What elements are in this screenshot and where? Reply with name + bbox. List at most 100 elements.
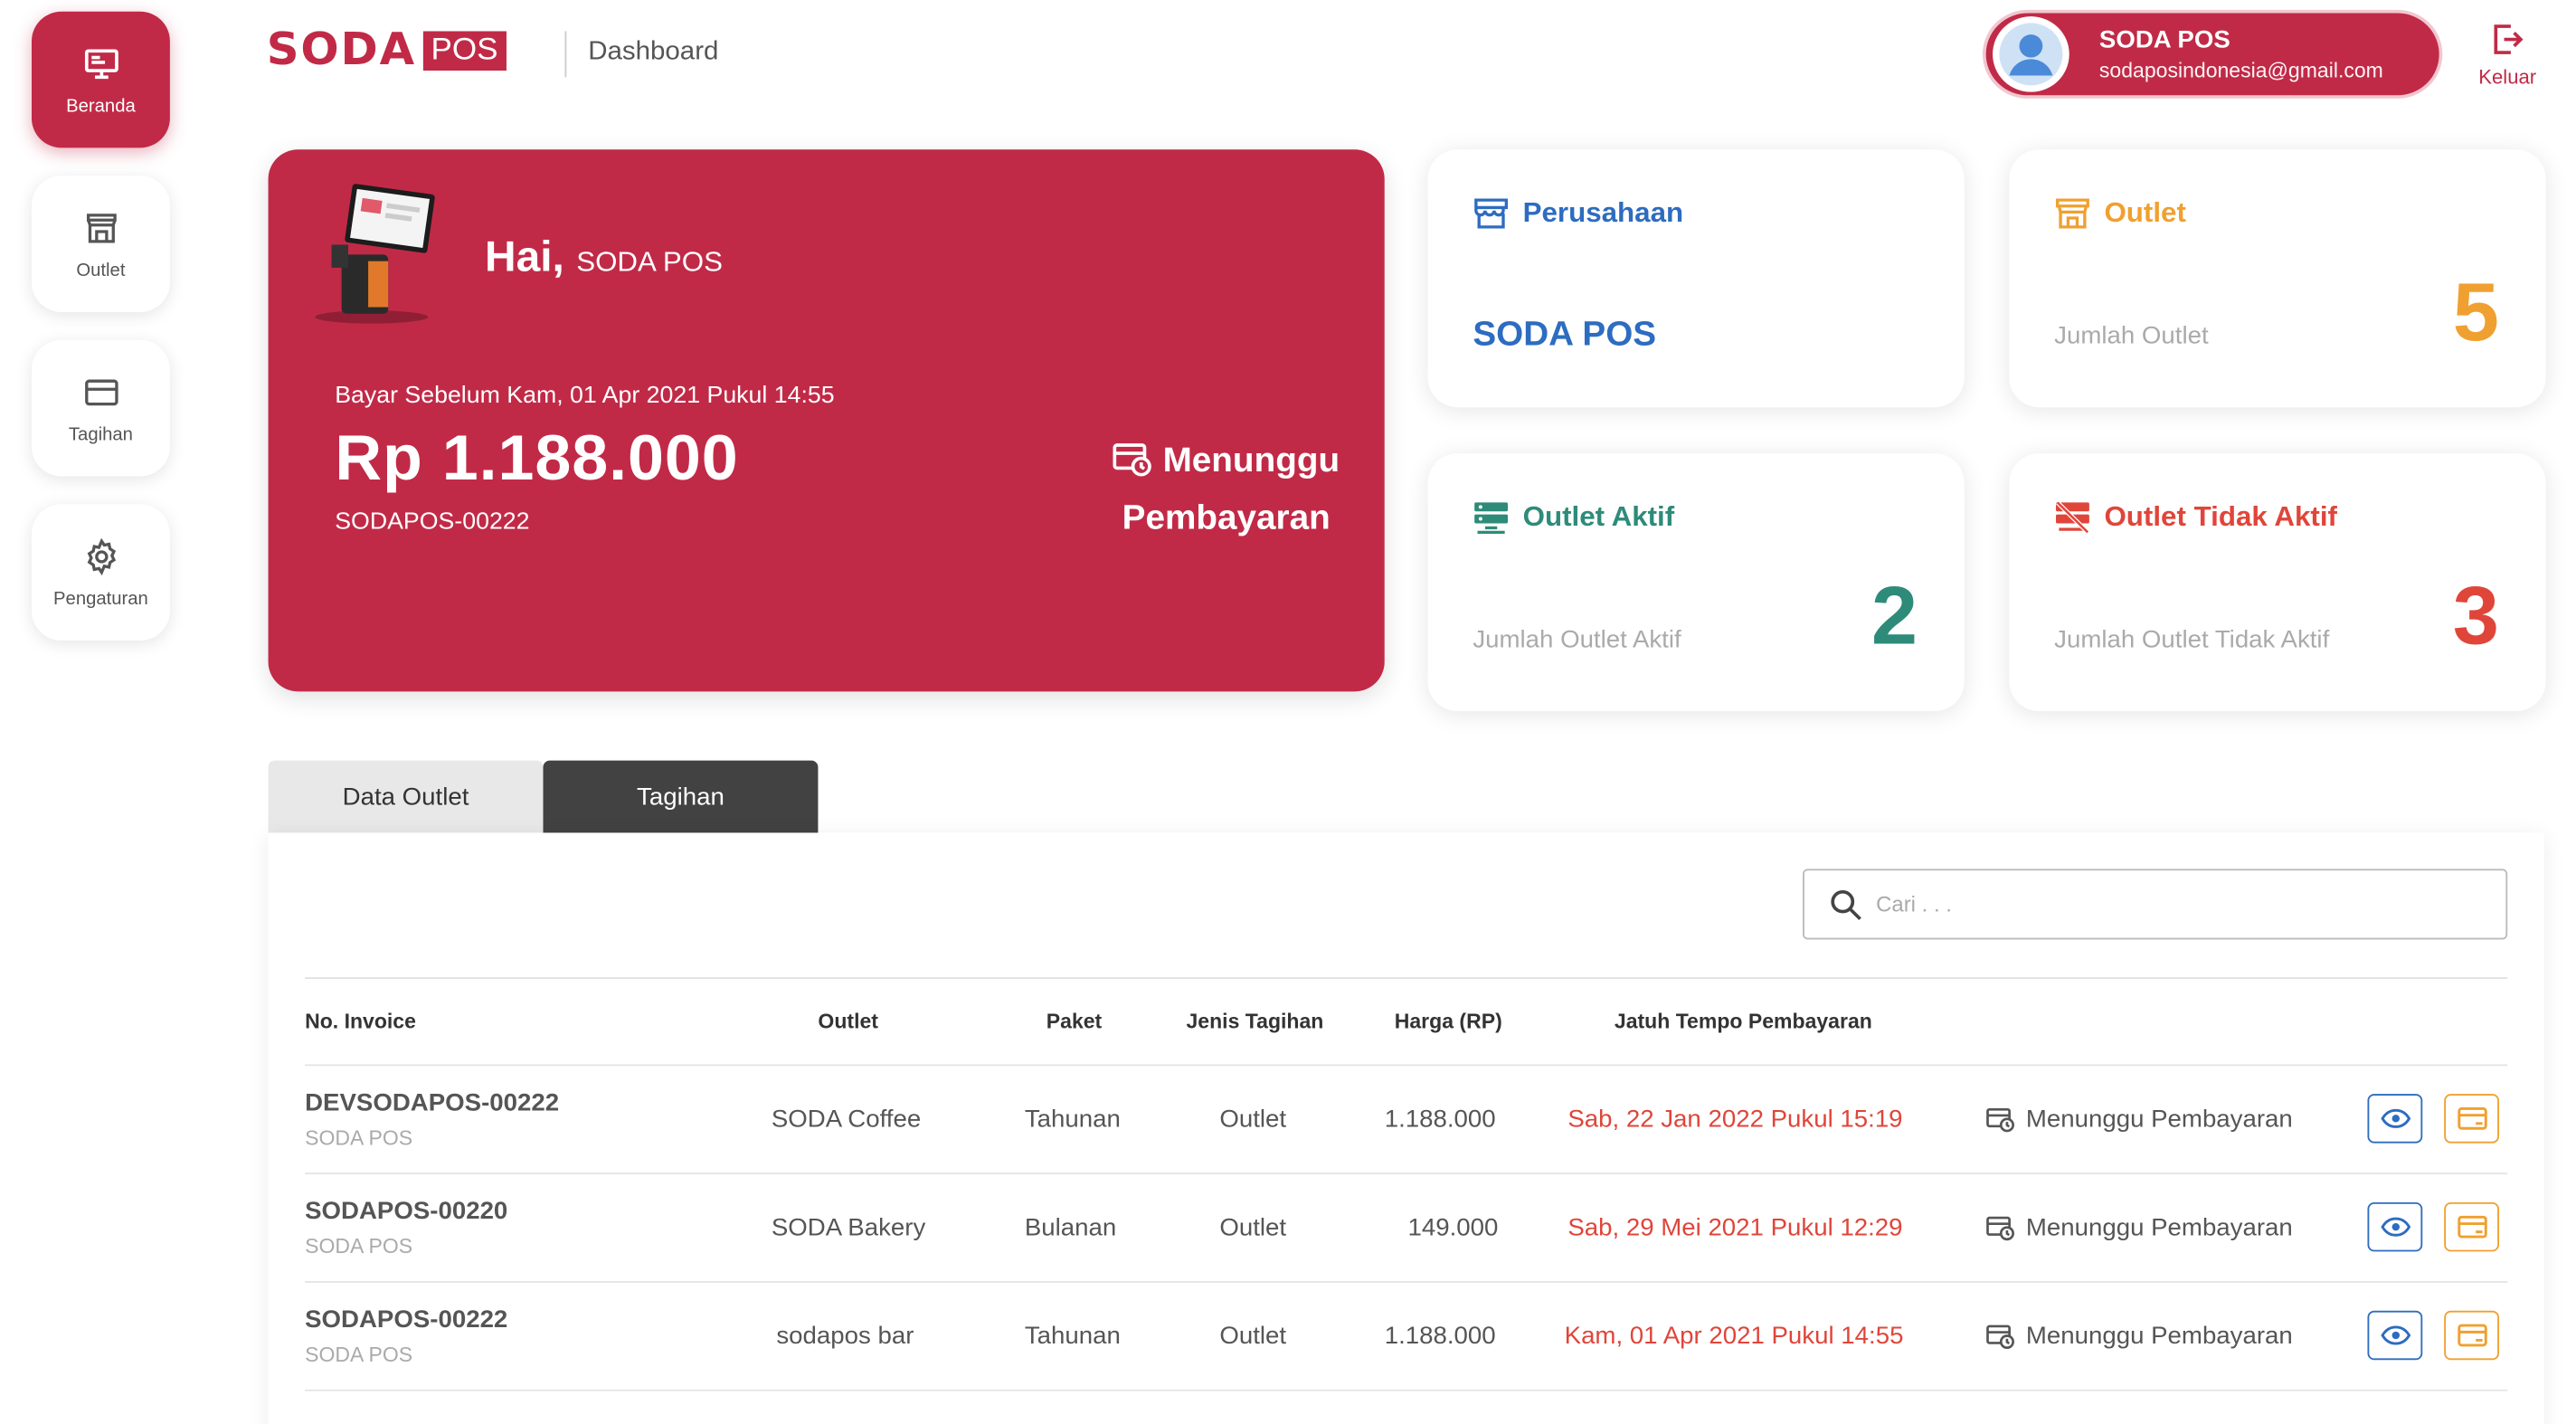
sidebar-item-label: Pengaturan xyxy=(53,588,148,609)
pos-terminal-image xyxy=(315,184,435,324)
row-divider xyxy=(305,1281,2508,1283)
column-header-jenis: Jenis Tagihan xyxy=(1186,1010,1324,1033)
sidebar-item-tagihan[interactable]: Tagihan xyxy=(31,339,170,477)
sidebar-item-label: Tagihan xyxy=(68,424,133,445)
payment-status-label: Menunggu Pembayaran xyxy=(2025,1213,2293,1242)
payment-status: Menunggu Pembayaran xyxy=(1986,1322,2293,1350)
user-avatar-icon xyxy=(1999,23,2063,86)
status-line-2: Pembayaran xyxy=(1122,498,1331,537)
billing-table-panel: No. Invoice Outlet Paket Jenis Tagihan H… xyxy=(268,832,2544,1424)
outlet-count: 5 xyxy=(2452,266,2499,358)
column-header-invoice: No. Invoice xyxy=(305,1010,416,1033)
store-icon xyxy=(2056,198,2089,229)
sidebar-item-pengaturan[interactable]: Pengaturan xyxy=(31,504,170,641)
outlet-count-card: Outlet Jumlah Outlet 5 xyxy=(2009,149,2546,408)
table-header-divider xyxy=(305,1064,2508,1067)
sidebar-item-beranda[interactable]: Beranda xyxy=(31,11,170,148)
company-card: Perusahaan SODA POS xyxy=(1427,149,1965,408)
inactive-outlet-count: 3 xyxy=(2452,569,2499,662)
outlet-name: SODA Coffee xyxy=(771,1105,922,1134)
avatar xyxy=(1993,16,2069,92)
invoice-company: SODA POS xyxy=(305,1126,413,1150)
table-top-divider xyxy=(305,977,2508,980)
invoice-number: SODAPOS-00222 xyxy=(305,1305,508,1334)
status-line-1: Menunggu xyxy=(1162,441,1340,480)
billing-amount: Rp 1.188.000 xyxy=(335,423,739,495)
active-outlet-count: 2 xyxy=(1870,569,1918,662)
payment-status: Menunggu Pembayaran xyxy=(1986,1214,2293,1242)
column-header-outlet: Outlet xyxy=(818,1010,878,1033)
due-date: Sab, 22 Jan 2022 Pukul 15:19 xyxy=(1567,1105,1903,1134)
credit-card-icon xyxy=(84,378,118,405)
search-box[interactable] xyxy=(1803,869,2508,940)
pay-invoice-button[interactable] xyxy=(2444,1310,2499,1361)
tab-data-outlet[interactable]: Data Outlet xyxy=(268,760,544,833)
payment-card-icon xyxy=(2457,1106,2486,1129)
sidebar-item-label: Beranda xyxy=(66,96,136,116)
server-off-icon xyxy=(2055,500,2089,535)
greeting: Hai, xyxy=(485,231,564,281)
jenis-tagihan: Outlet xyxy=(1219,1213,1287,1242)
monitor-icon xyxy=(84,48,118,79)
logo[interactable]: SODA POS xyxy=(267,28,507,72)
harga: 1.188.000 xyxy=(1384,1105,1496,1134)
row-divider xyxy=(305,1172,2508,1175)
billing-invoice-number: SODAPOS-00222 xyxy=(335,508,530,536)
user-email: sodaposindonesia@gmail.com xyxy=(2098,59,2383,82)
paket: Tahunan xyxy=(1024,1105,1121,1134)
harga: 149.000 xyxy=(1407,1213,1499,1242)
search-icon xyxy=(1831,889,1861,920)
greeting-name: SODA POS xyxy=(576,246,724,278)
active-outlet-card-title: Outlet Aktif xyxy=(1522,500,1675,533)
payment-status: Menunggu Pembayaran xyxy=(1986,1106,2293,1134)
harga: 1.188.000 xyxy=(1384,1322,1496,1351)
billing-summary-card: Hai, SODA POS Bayar Sebelum Kam, 01 Apr … xyxy=(268,149,1385,692)
sidebar-item-outlet[interactable]: Outlet xyxy=(31,176,170,312)
page-title: Dashboard xyxy=(588,37,719,66)
invoice-company: SODA POS xyxy=(305,1343,413,1367)
column-header-jatuh-tempo: Jatuh Tempo Pembayaran xyxy=(1614,1010,1872,1033)
billing-status: Menunggu Pembayaran xyxy=(1102,432,1351,546)
jenis-tagihan: Outlet xyxy=(1219,1105,1287,1134)
payment-pending-icon xyxy=(1986,1107,2014,1132)
jenis-tagihan: Outlet xyxy=(1219,1322,1287,1351)
search-input[interactable] xyxy=(1876,891,2477,917)
active-outlet-card-subtitle: Jumlah Outlet Aktif xyxy=(1473,625,1681,654)
payment-card-icon xyxy=(2457,1214,2486,1238)
pay-invoice-button[interactable] xyxy=(2444,1094,2499,1144)
invoice-company: SODA POS xyxy=(305,1235,413,1258)
paket: Bulanan xyxy=(1024,1213,1117,1242)
invoice-number: SODAPOS-00220 xyxy=(305,1197,508,1226)
view-invoice-button[interactable] xyxy=(2367,1201,2423,1252)
active-outlet-card: Outlet Aktif Jumlah Outlet Aktif 2 xyxy=(1427,453,1965,712)
payment-status-label: Menunggu Pembayaran xyxy=(2025,1322,2293,1351)
row-divider xyxy=(305,1389,2508,1391)
inactive-outlet-card-subtitle: Jumlah Outlet Tidak Aktif xyxy=(2054,625,2330,654)
payment-card-icon xyxy=(2457,1323,2486,1346)
logo-text: SODA xyxy=(266,24,416,76)
eye-icon xyxy=(2380,1217,2410,1237)
outlet-card-subtitle: Jumlah Outlet xyxy=(2054,321,2209,350)
app-stage: Beranda Outlet Tagihan Pengaturan SODA P… xyxy=(0,0,2576,1424)
payment-pending-icon xyxy=(1986,1324,2014,1349)
server-icon xyxy=(1474,502,1509,535)
due-date: Kam, 01 Apr 2021 Pukul 14:55 xyxy=(1564,1322,1904,1351)
company-name: SODA POS xyxy=(1473,315,1657,354)
view-invoice-button[interactable] xyxy=(2367,1310,2423,1361)
gear-icon xyxy=(86,536,116,575)
inactive-outlet-card-title: Outlet Tidak Aktif xyxy=(2104,500,2337,533)
logo-badge: POS xyxy=(422,30,507,71)
eye-icon xyxy=(2380,1108,2410,1128)
inactive-outlet-card: Outlet Tidak Aktif Jumlah Outlet Tidak A… xyxy=(2009,453,2546,712)
pay-invoice-button[interactable] xyxy=(2444,1201,2499,1252)
sidebar-item-label: Outlet xyxy=(76,260,126,280)
column-header-paket: Paket xyxy=(1046,1010,1103,1033)
tab-tagihan[interactable]: Tagihan xyxy=(543,760,819,833)
header-divider xyxy=(564,31,567,78)
view-invoice-button[interactable] xyxy=(2367,1094,2423,1144)
payment-pending-icon xyxy=(1986,1215,2014,1240)
user-profile-pill[interactable]: SODA POS sodaposindonesia@gmail.com xyxy=(1982,9,2443,99)
logout-button[interactable]: Keluar xyxy=(2469,20,2546,89)
store-icon xyxy=(86,213,116,242)
company-card-title: Perusahaan xyxy=(1522,196,1684,229)
